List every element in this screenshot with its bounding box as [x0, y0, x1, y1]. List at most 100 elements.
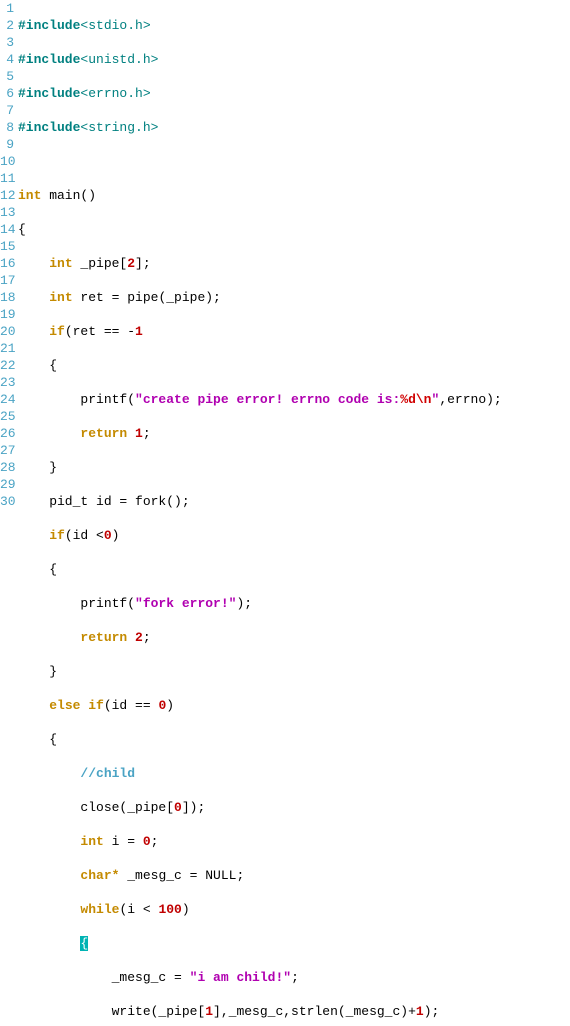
type-keyword: int — [80, 834, 103, 849]
number: 0 — [143, 834, 151, 849]
keyword: if — [49, 528, 65, 543]
line-number: 25 — [0, 408, 14, 425]
indent — [18, 324, 49, 339]
header: <errno.h> — [80, 86, 150, 101]
text: (ret == - — [65, 324, 135, 339]
code-line: #include<unistd.h> — [18, 51, 570, 68]
code-line: #include<string.h> — [18, 119, 570, 136]
number: 100 — [158, 902, 181, 917]
brace: { — [18, 562, 57, 577]
number: 1 — [135, 426, 143, 441]
code-line: { — [18, 731, 570, 748]
text: ) — [166, 698, 174, 713]
text: write(_pipe[ — [18, 1004, 205, 1019]
line-number: 28 — [0, 459, 14, 476]
comment: //child — [80, 766, 135, 781]
line-number: 3 — [0, 34, 14, 51]
line-number: 14 — [0, 221, 14, 238]
string: "create pipe error! errno code is: — [135, 392, 400, 407]
number: 0 — [104, 528, 112, 543]
indent — [18, 868, 80, 883]
text: printf( — [18, 596, 135, 611]
line-number: 29 — [0, 476, 14, 493]
code-line: pid_t id = fork(); — [18, 493, 570, 510]
indent — [18, 630, 80, 645]
line-number: 1 — [0, 0, 14, 17]
code-editor: 1 2 3 4 5 6 7 8 9 10 11 12 13 14 15 16 1… — [0, 0, 570, 1026]
line-number: 19 — [0, 306, 14, 323]
text: ; — [143, 426, 151, 441]
text — [127, 426, 135, 441]
number: 1 — [205, 1004, 213, 1019]
line-number: 13 — [0, 204, 14, 221]
code-line: int i = 0; — [18, 833, 570, 850]
line-number: 8 — [0, 119, 14, 136]
text: ; — [291, 970, 299, 985]
text: _mesg_c = NULL; — [119, 868, 244, 883]
number: 1 — [135, 324, 143, 339]
line-number: 6 — [0, 85, 14, 102]
text: ); — [424, 1004, 440, 1019]
line-number: 22 — [0, 357, 14, 374]
preprocessor: #include — [18, 120, 80, 135]
line-number: 21 — [0, 340, 14, 357]
code-line — [18, 153, 570, 170]
indent — [18, 528, 49, 543]
type-keyword: int — [49, 256, 72, 271]
type-keyword: char* — [80, 868, 119, 883]
code-line: printf("create pipe error! errno code is… — [18, 391, 570, 408]
text: ],_mesg_c,strlen(_mesg_c)+ — [213, 1004, 416, 1019]
text: (id < — [65, 528, 104, 543]
code-area[interactable]: #include<stdio.h> #include<unistd.h> #in… — [18, 0, 570, 1026]
preprocessor: #include — [18, 52, 80, 67]
code-line: int _pipe[2]; — [18, 255, 570, 272]
text: i = — [104, 834, 143, 849]
brace: { — [18, 358, 57, 373]
number: 2 — [127, 256, 135, 271]
brace: { — [18, 222, 26, 237]
text: ); — [236, 596, 252, 611]
text: _mesg_c = — [18, 970, 190, 985]
code-line: write(_pipe[1],_mesg_c,strlen(_mesg_c)+1… — [18, 1003, 570, 1020]
line-number: 16 — [0, 255, 14, 272]
highlighted-brace: { — [80, 936, 88, 951]
text: close(_pipe[ — [18, 800, 174, 815]
code-line: { — [18, 221, 570, 238]
text: ]; — [135, 256, 151, 271]
line-number: 9 — [0, 136, 14, 153]
string: "fork error!" — [135, 596, 236, 611]
keyword: else if — [49, 698, 104, 713]
code-line: if(ret == -1 — [18, 323, 570, 340]
keyword: return — [80, 426, 127, 441]
line-number: 12 — [0, 187, 14, 204]
text — [127, 630, 135, 645]
code-line: close(_pipe[0]); — [18, 799, 570, 816]
type-keyword: int — [18, 188, 41, 203]
text: (id == — [104, 698, 159, 713]
code-line: { — [18, 935, 570, 952]
keyword: while — [80, 902, 119, 917]
text: pid_t id = fork(); — [18, 494, 190, 509]
indent — [18, 290, 49, 305]
text: ; — [151, 834, 159, 849]
text: _pipe[ — [73, 256, 128, 271]
line-number: 7 — [0, 102, 14, 119]
code-line: return 2; — [18, 629, 570, 646]
keyword: if — [49, 324, 65, 339]
line-number: 15 — [0, 238, 14, 255]
text: printf( — [18, 392, 135, 407]
indent — [18, 766, 80, 781]
number: 1 — [416, 1004, 424, 1019]
line-number: 5 — [0, 68, 14, 85]
number: 0 — [158, 698, 166, 713]
line-number: 30 — [0, 493, 14, 510]
code-line: #include<errno.h> — [18, 85, 570, 102]
code-line: } — [18, 459, 570, 476]
code-line: _mesg_c = "i am child!"; — [18, 969, 570, 986]
code-line: int ret = pipe(_pipe); — [18, 289, 570, 306]
code-line: { — [18, 561, 570, 578]
format-specifier: %d\n — [400, 392, 431, 407]
line-number: 26 — [0, 425, 14, 442]
line-number: 23 — [0, 374, 14, 391]
code-line: { — [18, 357, 570, 374]
